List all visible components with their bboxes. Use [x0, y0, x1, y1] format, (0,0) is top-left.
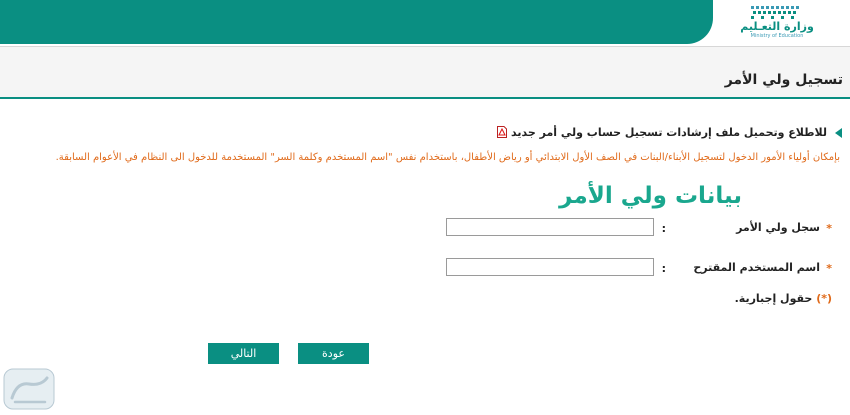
- field-colon: :: [661, 222, 666, 235]
- field-colon: :: [661, 262, 666, 275]
- arrow-left-icon: [835, 128, 842, 138]
- download-guide-label[interactable]: للاطلاع وتحميل ملف إرشادات تسجيل حساب ول…: [511, 126, 827, 139]
- ministry-logo[interactable]: وزارة التعـليم Ministry of Education: [732, 4, 822, 42]
- required-star: *: [826, 222, 832, 235]
- header-divider: [0, 46, 850, 47]
- required-fields-note: (*) حقول إجبارية.: [735, 292, 832, 305]
- guardian-record-input[interactable]: [446, 218, 654, 236]
- page-title: تسجيل ولي الأمر: [724, 72, 843, 88]
- back-button[interactable]: عودة: [298, 343, 369, 364]
- watermark-logo-icon: [3, 368, 55, 410]
- logo-subtitle: Ministry of Education: [750, 33, 804, 39]
- required-star: *: [826, 262, 832, 275]
- guardian-record-label: سجل ولي الأمر: [736, 221, 820, 234]
- download-guide-link[interactable]: للاطلاع وتحميل ملف إرشادات تسجيل حساب ول…: [495, 126, 827, 139]
- form-heading: بيانات ولي الأمر: [559, 183, 742, 209]
- top-header: وزارة التعـليم Ministry of Education: [0, 0, 850, 46]
- suggested-username-row: * اسم المستخدم المقترح :: [0, 258, 850, 278]
- next-button[interactable]: التالي: [208, 343, 279, 364]
- header-band: [0, 0, 713, 44]
- logo-dots-icon: [751, 6, 799, 19]
- required-note-text: حقول إجبارية.: [734, 292, 813, 305]
- login-notice: بإمكان أولياء الأمور الدخول لتسجيل الأبن…: [55, 152, 840, 163]
- logo-text: وزارة التعـليم: [740, 20, 814, 33]
- suggested-username-label: اسم المستخدم المقترح: [693, 261, 820, 274]
- suggested-username-input[interactable]: [446, 258, 654, 276]
- main-content: للاطلاع وتحميل ملف إرشادات تسجيل حساب ول…: [0, 99, 850, 415]
- guardian-record-row: * سجل ولي الأمر :: [0, 218, 850, 238]
- required-note-mark: (*): [816, 292, 832, 305]
- pdf-icon[interactable]: [497, 126, 508, 138]
